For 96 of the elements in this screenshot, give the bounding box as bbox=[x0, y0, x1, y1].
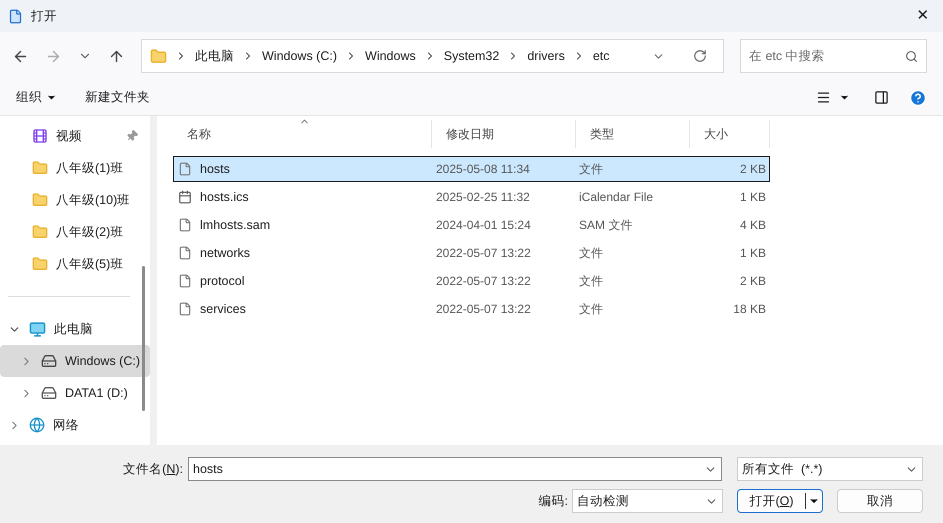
notepad-icon bbox=[8, 8, 23, 24]
filename-field[interactable]: hosts bbox=[188, 457, 722, 481]
organize-menu[interactable]: 组织 bbox=[16, 88, 57, 107]
folder-icon bbox=[150, 48, 167, 64]
file-size: 2 KB bbox=[738, 161, 766, 178]
file-size: 18 KB bbox=[732, 301, 766, 318]
file-name: networks bbox=[200, 244, 250, 262]
file-name: hosts bbox=[200, 160, 230, 178]
tree-label: 此电脑 bbox=[54, 320, 93, 338]
sidebar-label: 八年级(2)班 bbox=[56, 224, 124, 241]
modified-date: 2022-05-07 13:22 bbox=[435, 245, 532, 262]
folder-icon bbox=[32, 256, 48, 272]
encoding-dropdown[interactable]: 自动检测 bbox=[572, 489, 723, 513]
address-bar[interactable]: 此电脑 Windows (C:) Windows System32 drivers etc bbox=[141, 39, 724, 73]
sidebar-item[interactable]: 八年级(1)班 bbox=[0, 152, 150, 184]
breadcrumb[interactable]: Windows bbox=[365, 46, 416, 66]
view-icon[interactable] bbox=[816, 90, 831, 105]
globe-icon bbox=[29, 417, 45, 433]
sidebar-item[interactable]: 视频 bbox=[0, 120, 150, 152]
column-header[interactable]: 类型 bbox=[576, 120, 690, 148]
file-row[interactable]: hosts.ics 2025-02-25 11:32 iCalendar File 1 KB bbox=[173, 184, 770, 210]
breadcrumb[interactable]: Windows (C:) bbox=[262, 46, 338, 66]
file-name: hosts.ics bbox=[200, 188, 249, 206]
tree-item[interactable]: 网络 bbox=[0, 409, 150, 441]
drive-icon bbox=[41, 353, 57, 369]
encoding-label: 编码: bbox=[538, 492, 568, 510]
file-name: lmhosts.sam bbox=[200, 216, 270, 234]
sidebar-item[interactable]: 八年级(10)班 bbox=[0, 184, 150, 216]
folder-icon bbox=[32, 224, 48, 240]
folder-icon bbox=[32, 192, 48, 208]
column-header[interactable]: 名称 bbox=[173, 120, 432, 148]
modified-date: 2025-02-25 11:32 bbox=[435, 189, 531, 206]
file-row[interactable]: hosts 2025-05-08 11:34 文件 2 KB bbox=[173, 156, 770, 182]
tree-item[interactable]: DATA1 (D:) bbox=[0, 377, 150, 409]
sidebar-item[interactable]: 八年级(5)班 bbox=[0, 248, 150, 280]
drive-icon bbox=[41, 385, 57, 401]
file-type: SAM 文件 bbox=[578, 217, 634, 234]
calendar-icon bbox=[178, 190, 192, 204]
video-icon bbox=[32, 128, 48, 144]
sidebar-label: 视频 bbox=[56, 128, 83, 145]
file-icon bbox=[178, 162, 192, 176]
file-type: 文件 bbox=[578, 245, 604, 262]
column-header[interactable]: 修改日期 bbox=[432, 120, 576, 148]
breadcrumb[interactable]: etc bbox=[592, 46, 610, 66]
tree-label: DATA1 (D:) bbox=[65, 384, 128, 402]
file-row[interactable]: lmhosts.sam 2024-04-01 15:24 SAM 文件 4 KB bbox=[173, 212, 770, 238]
filename-label: 文件名(N): bbox=[123, 460, 183, 478]
sidebar-item[interactable]: 八年级(2)班 bbox=[0, 216, 150, 248]
file-row[interactable]: services 2022-05-07 13:22 文件 18 KB bbox=[173, 296, 770, 322]
column-header[interactable]: 大小 bbox=[690, 120, 770, 148]
sidebar-label: 八年级(5)班 bbox=[56, 256, 124, 273]
sidebar-label: 八年级(1)班 bbox=[56, 160, 124, 177]
search-icon[interactable] bbox=[905, 50, 918, 62]
search-input: 在 etc 中搜索 bbox=[749, 46, 905, 66]
search-field[interactable]: 在 etc 中搜索 bbox=[740, 39, 927, 73]
breadcrumb[interactable]: 此电脑 bbox=[195, 46, 234, 66]
help-icon[interactable] bbox=[909, 88, 927, 106]
file-type: 文件 bbox=[578, 273, 604, 290]
file-size: 4 KB bbox=[738, 217, 766, 234]
file-size: 1 KB bbox=[738, 189, 766, 206]
file-name: protocol bbox=[200, 272, 244, 290]
file-type: iCalendar File bbox=[578, 189, 654, 206]
refresh-icon[interactable] bbox=[693, 49, 707, 63]
new-folder-button[interactable]: 新建文件夹 bbox=[85, 88, 150, 107]
file-icon bbox=[178, 218, 192, 232]
file-icon bbox=[178, 274, 192, 288]
breadcrumb[interactable]: drivers bbox=[527, 46, 565, 66]
scrollbar[interactable] bbox=[142, 266, 145, 411]
breadcrumb[interactable]: System32 bbox=[444, 46, 500, 66]
preview-pane-icon[interactable] bbox=[874, 90, 889, 105]
monitor-icon bbox=[29, 320, 46, 338]
tree-item[interactable]: 此电脑 bbox=[0, 313, 150, 345]
folder-icon bbox=[32, 160, 48, 176]
cancel-button[interactable]: 取消 bbox=[837, 489, 923, 513]
file-size: 2 KB bbox=[738, 273, 766, 290]
file-icon bbox=[178, 246, 192, 260]
file-size: 1 KB bbox=[738, 245, 766, 262]
modified-date: 2024-04-01 15:24 bbox=[435, 217, 532, 234]
modified-date: 2022-05-07 13:22 bbox=[435, 301, 532, 318]
file-row[interactable]: networks 2022-05-07 13:22 文件 1 KB bbox=[173, 240, 770, 266]
modified-date: 2025-05-08 11:34 bbox=[435, 161, 531, 178]
window-title: 打开 bbox=[31, 8, 57, 25]
file-row[interactable]: protocol 2022-05-07 13:22 文件 2 KB bbox=[173, 268, 770, 294]
file-type: 文件 bbox=[578, 301, 604, 318]
file-icon bbox=[178, 302, 192, 316]
open-button[interactable]: 打开(O) bbox=[737, 489, 823, 513]
sidebar-label: 八年级(10)班 bbox=[56, 192, 132, 209]
filename-input: hosts bbox=[193, 460, 704, 478]
filetype-dropdown[interactable]: 所有文件 (*.*) bbox=[737, 457, 923, 481]
modified-date: 2022-05-07 13:22 bbox=[435, 273, 532, 290]
tree-item[interactable]: Windows (C:) bbox=[0, 345, 150, 377]
file-name: services bbox=[200, 300, 246, 318]
tree-label: Windows (C:) bbox=[65, 352, 140, 370]
close-button[interactable]: ✕ bbox=[903, 0, 943, 32]
file-type: 文件 bbox=[578, 161, 604, 178]
tree-label: 网络 bbox=[53, 416, 79, 434]
